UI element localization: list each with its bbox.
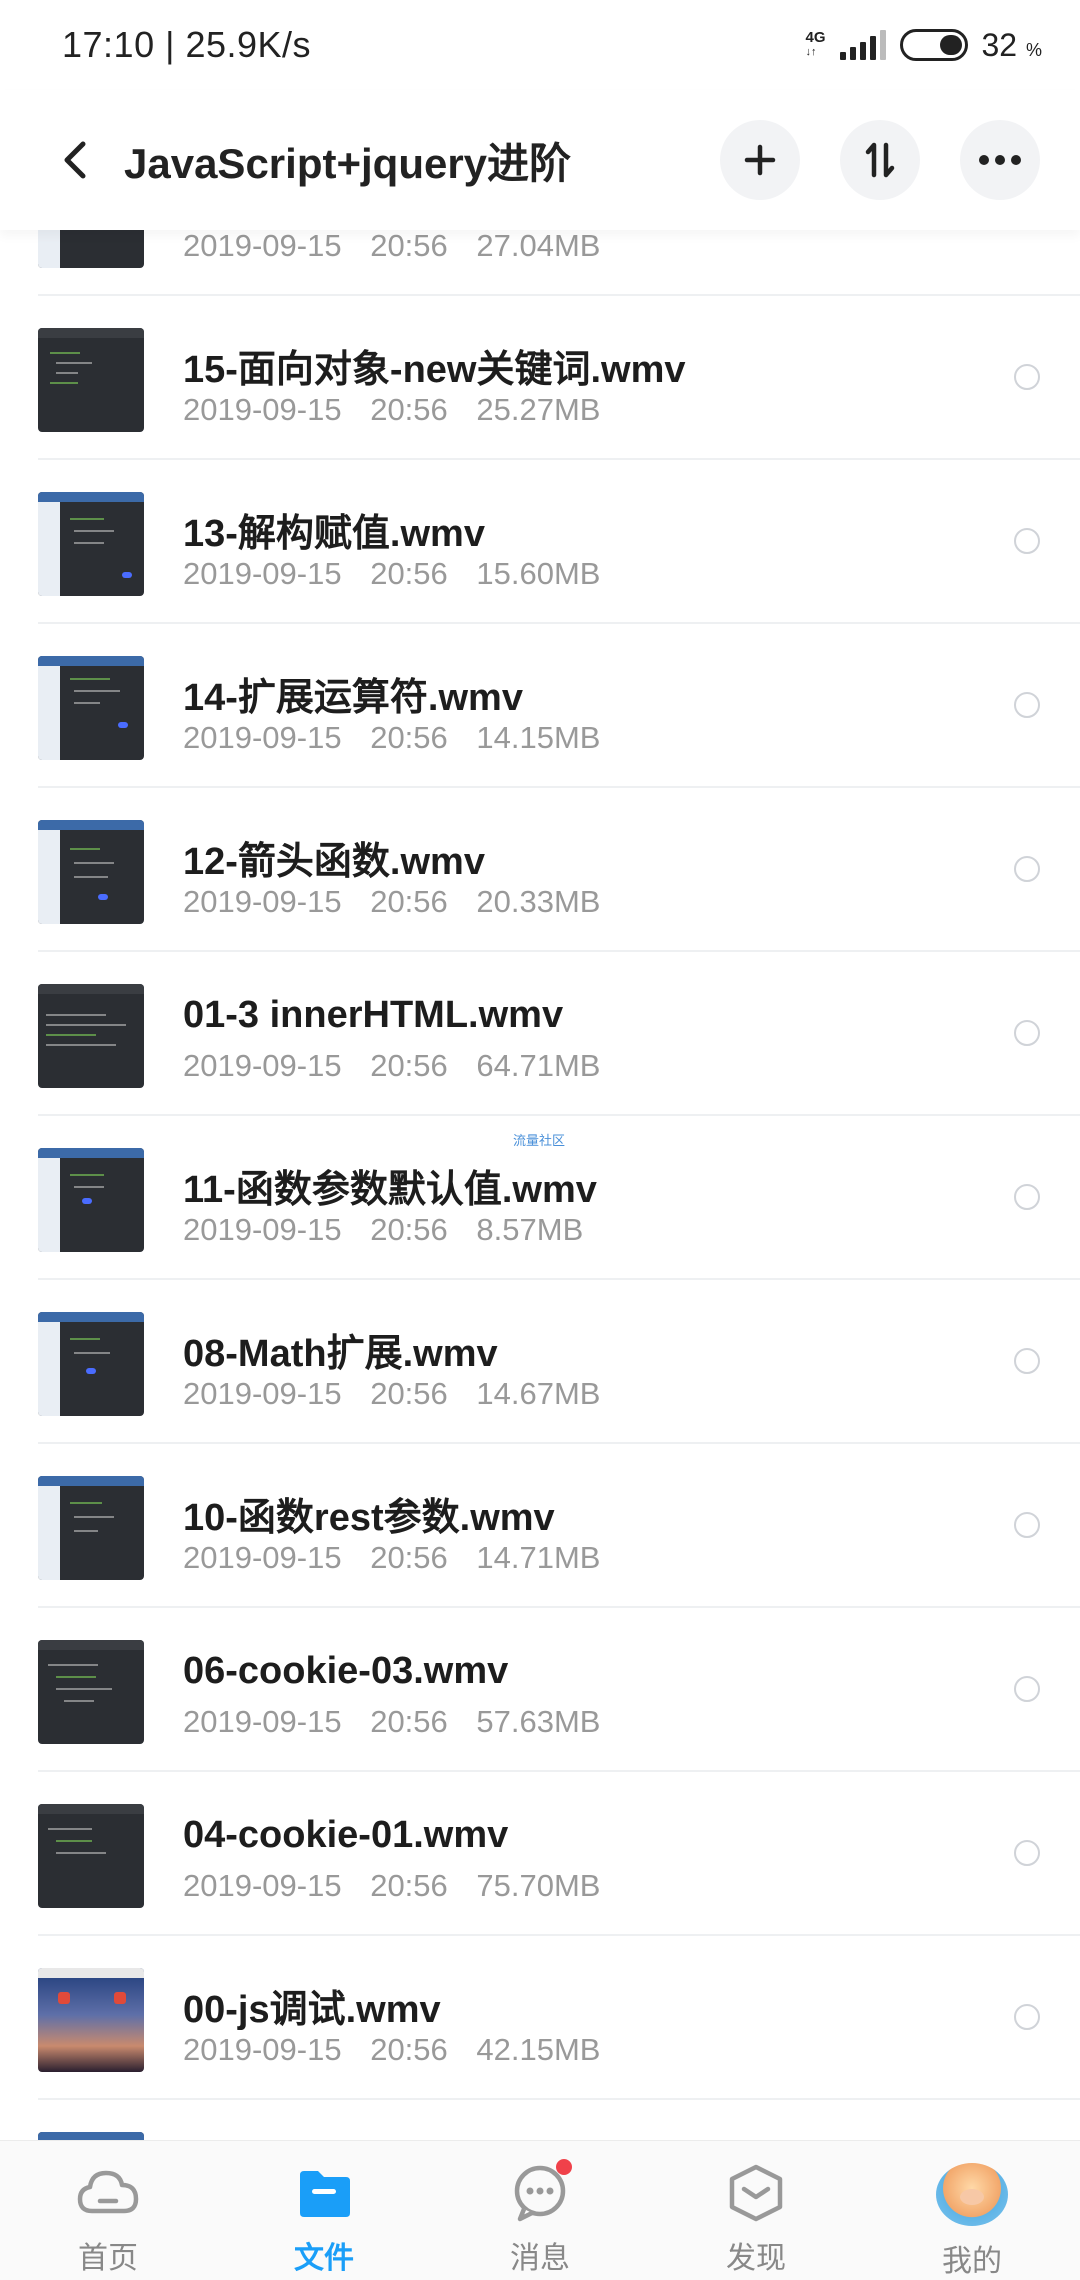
select-radio[interactable]	[1014, 856, 1040, 882]
cloud-icon	[77, 2170, 139, 2214]
file-row[interactable]: 00-js调试.wmv 2019-09-15 20:56 42.15MB	[38, 1936, 1080, 2100]
file-name: 11-函数参数默认值.wmv	[183, 1169, 597, 1211]
select-radio[interactable]	[1014, 1348, 1040, 1374]
file-meta: 2019-09-15 20:56 14.71MB	[183, 1540, 601, 1575]
notification-dot	[556, 2159, 572, 2175]
more-button[interactable]	[960, 120, 1040, 200]
file-meta: 2019-09-15 20:56 20.33MB	[183, 884, 601, 919]
nav-files-label: 文件	[294, 2242, 354, 2275]
file-meta: 2019-09-15 20:56 42.15MB	[183, 2032, 601, 2067]
watermark: 流量社区	[513, 1133, 566, 1148]
select-radio[interactable]	[1014, 528, 1040, 554]
file-name: 08-Math扩展.wmv	[183, 1333, 498, 1375]
file-meta: 2019-09-15 20:56 75.70MB	[183, 1868, 601, 1903]
video-thumbnail	[38, 230, 144, 268]
file-meta: 2019-09-15 20:56 15.60MB	[183, 556, 601, 591]
file-meta: 2019-09-15 20:56 14.67MB	[183, 1376, 601, 1411]
file-name: 01-3 innerHTML.wmv	[183, 994, 564, 1036]
file-meta: 2019-09-15 20:56 14.15MB	[183, 720, 601, 755]
folder-icon	[300, 2171, 350, 2217]
nav-messages[interactable]: 消息	[432, 2141, 648, 2280]
select-radio[interactable]	[1014, 1676, 1040, 1702]
nav-me[interactable]: 我的	[864, 2141, 1080, 2280]
file-list: 2019-09-15 20:56 27.04MB 15-面向对象-new关键词.…	[0, 230, 1080, 2140]
sort-button[interactable]	[840, 120, 920, 200]
sort-icon	[865, 142, 895, 178]
file-row[interactable]: 01-3 innerHTML.wmv 2019-09-15 20:56 64.7…	[38, 952, 1080, 1116]
video-thumbnail	[38, 1968, 144, 2072]
select-radio[interactable]	[1014, 1020, 1040, 1046]
file-row[interactable]: 04-cookie-01.wmv 2019-09-15 20:56 75.70M…	[38, 1772, 1080, 1936]
file-row[interactable]: 08-Math扩展.wmv 2019-09-15 20:56 14.67MB	[38, 1280, 1080, 1444]
select-radio[interactable]	[1014, 1184, 1040, 1210]
discover-icon	[729, 2164, 783, 2222]
battery-icon	[899, 29, 968, 61]
network-type: 4G ↓↑	[805, 29, 826, 58]
file-row[interactable]: 06-cookie-03.wmv 2019-09-15 20:56 57.63M…	[38, 1608, 1080, 1772]
file-name: 15-面向对象-new关键词.wmv	[183, 349, 686, 391]
video-thumbnail	[38, 656, 144, 760]
file-name: 13-解构赋值.wmv	[183, 513, 485, 555]
file-meta: 2019-09-15 20:56 64.71MB	[183, 1048, 601, 1083]
video-thumbnail	[38, 492, 144, 596]
file-name: 12-箭头函数.wmv	[183, 841, 485, 883]
file-name: 06-cookie-03.wmv	[183, 1650, 509, 1692]
more-icon	[979, 155, 1021, 165]
video-thumbnail	[38, 2132, 144, 2140]
battery-level: 32 %	[981, 26, 1043, 63]
video-thumbnail	[38, 820, 144, 924]
video-thumbnail	[38, 1476, 144, 1580]
file-meta: 2019-09-15 20:56 8.57MB	[183, 1212, 584, 1247]
select-radio[interactable]	[1014, 1840, 1040, 1866]
select-radio[interactable]	[1014, 1512, 1040, 1538]
status-indicators: 4G ↓↑ 32 %	[805, 27, 1042, 64]
file-name: 04-cookie-01.wmv	[183, 1814, 509, 1856]
nav-me-label: 我的	[942, 2245, 1002, 2278]
file-name: 10-函数rest参数.wmv	[183, 1497, 555, 1539]
video-thumbnail	[38, 1312, 144, 1416]
select-radio[interactable]	[1014, 2004, 1040, 2030]
file-meta: 2019-09-15 20:56 57.63MB	[183, 1704, 601, 1739]
nav-home[interactable]: 首页	[0, 2141, 216, 2280]
video-thumbnail	[38, 1804, 144, 1908]
page-title: JavaScript+jquery进阶	[124, 139, 572, 187]
header-bar: JavaScript+jquery进阶	[0, 90, 1080, 230]
file-row[interactable]: 10-函数rest参数.wmv 2019-09-15 20:56 14.71MB	[38, 1444, 1080, 1608]
video-thumbnail	[38, 1640, 144, 1744]
signal-icon	[839, 30, 886, 60]
file-row[interactable]: 12-箭头函数.wmv 2019-09-15 20:56 20.33MB	[38, 788, 1080, 952]
chevron-left-icon	[64, 141, 86, 179]
video-thumbnail	[38, 984, 144, 1088]
add-button[interactable]	[720, 120, 800, 200]
video-thumbnail	[38, 328, 144, 432]
status-time: 17:10 | 25.9K/s	[62, 24, 312, 65]
select-radio[interactable]	[1014, 364, 1040, 390]
avatar	[936, 2163, 1008, 2226]
status-bar: 17:10 | 25.9K/s 4G ↓↑ 32 %	[0, 0, 1080, 90]
select-radio[interactable]	[1014, 692, 1040, 718]
video-thumbnail	[38, 1148, 144, 1252]
file-row[interactable]: 15-面向对象-new关键词.wmv 2019-09-15 20:56 25.2…	[38, 296, 1080, 460]
nav-discover-label: 发现	[726, 2242, 786, 2275]
file-meta: 2019-09-15 20:56 27.04MB	[183, 230, 601, 263]
nav-home-label: 首页	[78, 2242, 138, 2275]
file-meta: 2019-09-15 20:56 25.27MB	[183, 392, 601, 427]
file-row-partial[interactable]	[38, 2100, 1080, 2140]
file-row[interactable]: 2019-09-15 20:56 27.04MB	[38, 230, 1080, 296]
nav-discover[interactable]: 发现	[648, 2141, 864, 2280]
bottom-nav: 首页 文件 消息 发现 我的	[0, 2140, 1080, 2280]
nav-messages-label: 消息	[510, 2242, 570, 2275]
file-name: 00-js调试.wmv	[183, 1989, 441, 2031]
back-button[interactable]	[40, 125, 110, 195]
file-name: 14-扩展运算符.wmv	[183, 677, 523, 719]
file-row[interactable]: 14-扩展运算符.wmv 2019-09-15 20:56 14.15MB	[38, 624, 1080, 788]
nav-files[interactable]: 文件	[216, 2141, 432, 2280]
file-row[interactable]: 13-解构赋值.wmv 2019-09-15 20:56 15.60MB	[38, 460, 1080, 624]
plus-icon	[744, 144, 776, 176]
